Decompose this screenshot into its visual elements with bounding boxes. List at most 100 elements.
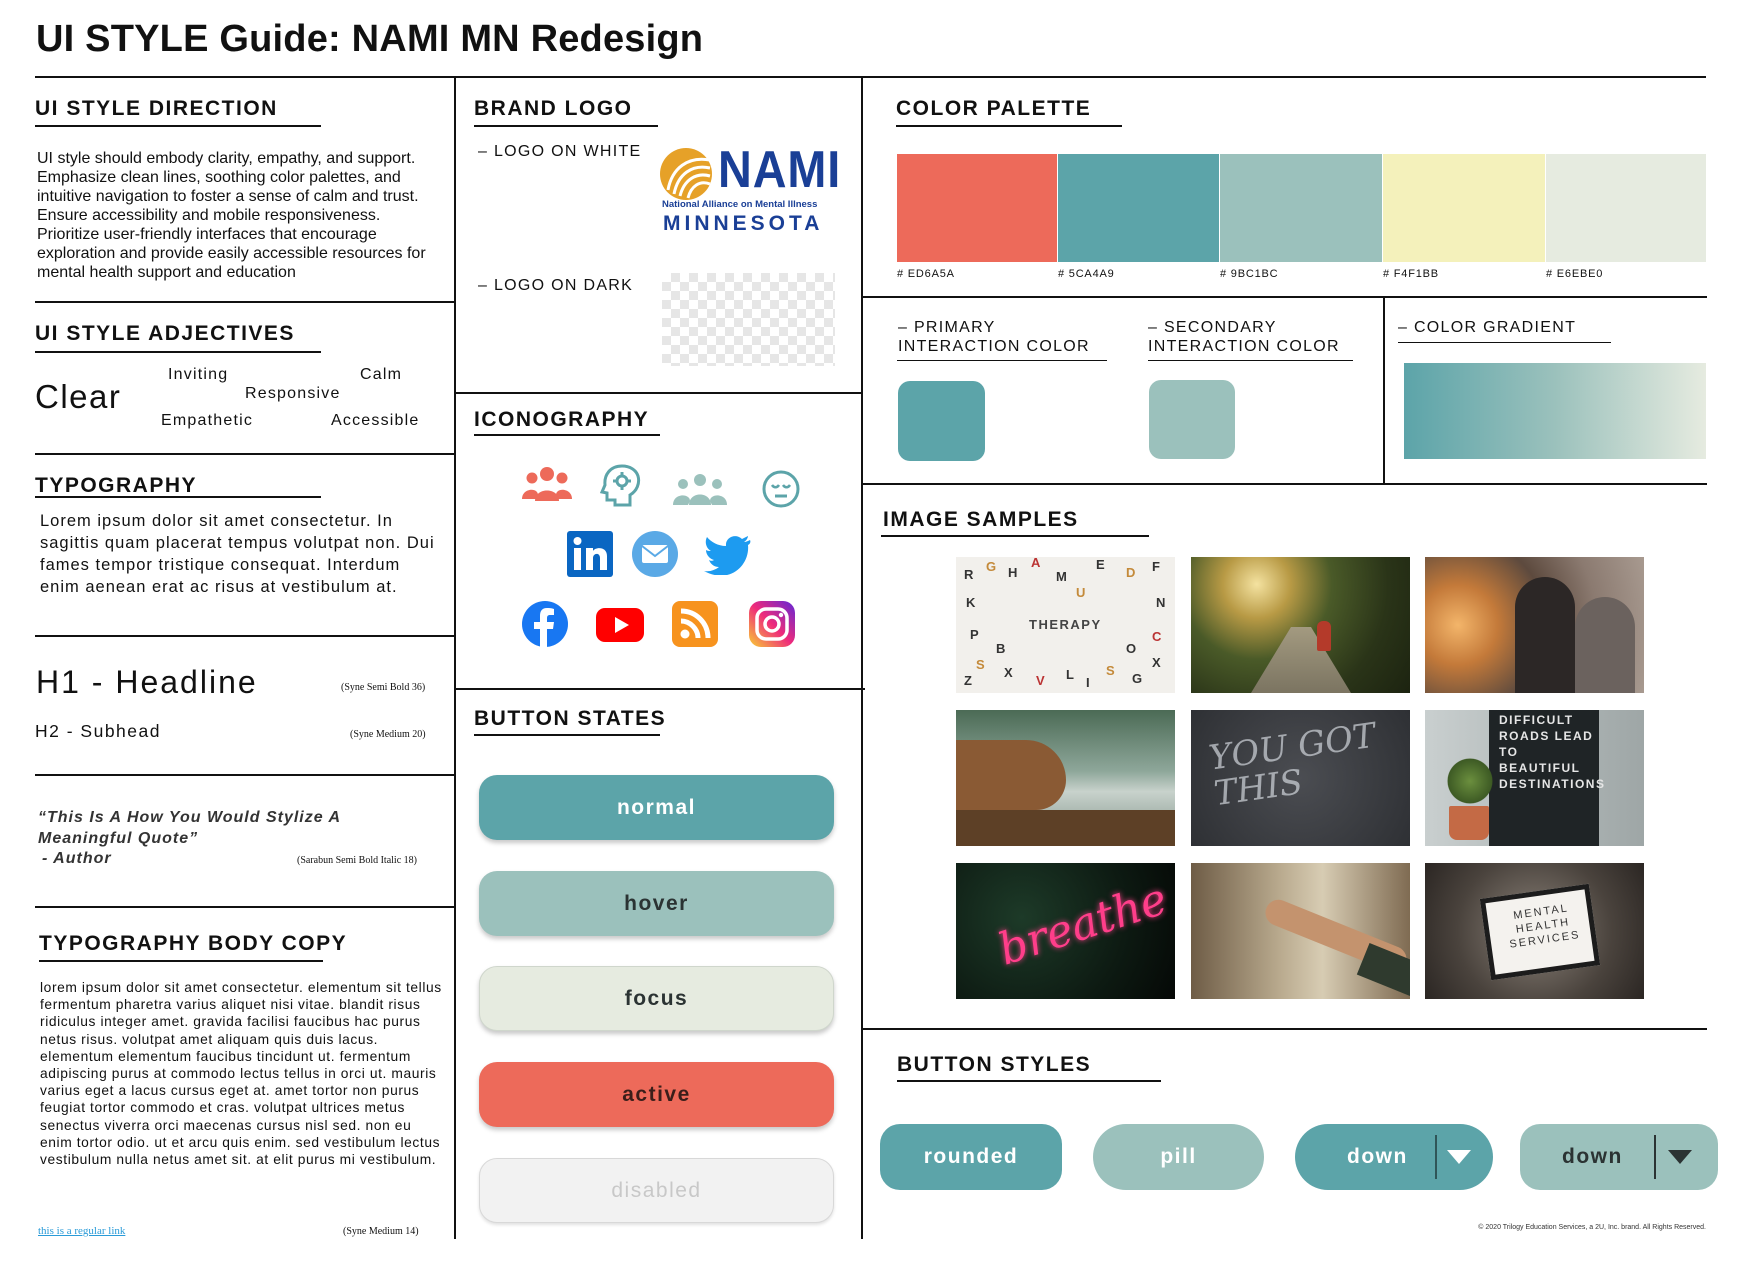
svg-text:P: P: [970, 627, 979, 642]
button-hover[interactable]: hover: [479, 871, 834, 936]
button-states-heading: BUTTON STATES: [474, 707, 667, 730]
hex-5: # E6EBE0: [1546, 268, 1604, 280]
right-rule-3: [862, 1028, 1707, 1030]
col-divider-2: [861, 77, 863, 1239]
swatch-5: [1546, 154, 1706, 262]
right-rule-1: [862, 296, 1707, 298]
page-title: UI STYLE Guide: NAMI MN Redesign: [36, 18, 704, 60]
footer-copyright: © 2020 Trilogy Education Services, a 2U,…: [1478, 1224, 1706, 1231]
brand-underline: [474, 125, 658, 127]
button-normal[interactable]: normal: [479, 775, 834, 840]
brand-heading: BRAND LOGO: [474, 97, 633, 120]
adjective-clear: Clear: [35, 378, 122, 415]
youtube-icon[interactable]: [596, 608, 644, 642]
primary-interaction-swatch: [898, 381, 985, 461]
button-active[interactable]: active: [479, 1062, 834, 1127]
swatch-3: [1220, 154, 1382, 262]
iconography-underline: [474, 434, 660, 436]
body-copy-underline: [39, 960, 323, 962]
regular-link[interactable]: this is a regular link: [38, 1225, 125, 1237]
link-note: (Syne Medium 14): [343, 1226, 419, 1237]
svg-text:Z: Z: [964, 673, 972, 688]
right-divider: [1383, 297, 1385, 484]
dropdown-button-primary[interactable]: down: [1295, 1124, 1493, 1190]
chalk-writing: YOU GOT THIS: [1206, 715, 1379, 815]
h2-sample: H2 - Subhead: [35, 721, 161, 741]
gradient-label: – COLOR GRADIENT: [1398, 319, 1577, 336]
button-pill[interactable]: pill: [1093, 1124, 1264, 1190]
svg-text:X: X: [1004, 665, 1013, 680]
svg-text:O: O: [1126, 641, 1136, 656]
swatch-1: [897, 154, 1057, 262]
road-shape: [1251, 627, 1351, 693]
quote-sample: “This Is A How You Would Stylize A Meani…: [38, 809, 341, 847]
svg-text:V: V: [1036, 673, 1045, 688]
button-styles-heading: BUTTON STYLES: [897, 1053, 1092, 1076]
quote-note: (Sarabun Semi Bold Italic 18): [297, 855, 417, 866]
svg-text:N: N: [1156, 595, 1165, 610]
image-mental-health-services: MENTAL HEALTH SERVICES: [1425, 863, 1644, 999]
mid-rule-1: [455, 392, 862, 394]
typography-sample: Lorem ipsum dolor sit amet consectetur. …: [40, 512, 435, 596]
svg-text:A: A: [1031, 557, 1041, 570]
gradient-underline: [1398, 342, 1611, 344]
svg-text:U: U: [1076, 585, 1085, 600]
dropdown-label: down: [1562, 1145, 1623, 1168]
group-people-icon: [522, 467, 572, 501]
linkedin-icon[interactable]: [567, 531, 613, 577]
svg-text:B: B: [996, 641, 1005, 656]
image-friends-laughing: [1425, 557, 1644, 693]
railing: [956, 810, 1175, 846]
mid-rule-2: [455, 688, 865, 690]
facebook-icon[interactable]: [522, 601, 568, 647]
primary-interaction-label: – PRIMARY INTERACTION COLOR: [898, 319, 1090, 355]
rss-icon[interactable]: [672, 601, 718, 647]
palette-heading: COLOR PALETTE: [896, 97, 1092, 120]
secondary-interaction-label: – SECONDARY INTERACTION COLOR: [1148, 319, 1340, 355]
neon-word: breathe: [992, 873, 1174, 976]
svg-text:D: D: [1126, 565, 1135, 580]
instagram-icon[interactable]: [749, 601, 795, 647]
direction-heading: UI STYLE DIRECTION: [35, 97, 278, 120]
adjective-accessible: Accessible: [331, 412, 420, 429]
svg-text:G: G: [1132, 671, 1142, 686]
button-states-underline: [474, 734, 660, 736]
svg-text:C: C: [1152, 629, 1162, 644]
adjectives-underline: [35, 351, 321, 353]
left-rule-4: [35, 774, 455, 776]
twitter-icon[interactable]: [704, 535, 752, 575]
button-rounded[interactable]: rounded: [880, 1124, 1062, 1190]
image-path-sunlight: [1191, 557, 1410, 693]
button-styles-underline: [897, 1080, 1161, 1082]
palette-underline: [896, 125, 1122, 127]
logo-name: NAMI: [718, 141, 842, 199]
plant-pot: [1449, 806, 1489, 840]
therapy-word: THERAPY: [1029, 617, 1102, 632]
images-heading: IMAGE SAMPLES: [883, 508, 1079, 531]
dropdown-label: down: [1347, 1145, 1408, 1168]
logo-on-white-label: – LOGO ON WHITE: [478, 143, 642, 160]
svg-text:S: S: [976, 657, 985, 672]
calm-face-icon: [762, 470, 800, 508]
adjective-empathetic: Empathetic: [161, 412, 254, 429]
svg-text:E: E: [1096, 557, 1105, 572]
dropdown-button-secondary[interactable]: down: [1520, 1124, 1718, 1190]
nami-logo: NAMI National Alliance on Mental Illness…: [658, 142, 840, 238]
plant-leaves: [1443, 756, 1497, 806]
friend-1: [1515, 577, 1575, 693]
typography-heading: TYPOGRAPHY: [35, 474, 198, 497]
h1-note: (Syne Semi Bold 36): [341, 682, 426, 693]
quote-author: - Author: [42, 850, 112, 867]
logo-on-dark-transparent: [662, 273, 835, 366]
email-icon[interactable]: [632, 531, 678, 577]
images-underline: [881, 535, 1149, 537]
hex-4: # F4F1BB: [1383, 268, 1439, 280]
chevron-down-icon: [1668, 1150, 1692, 1164]
adjective-inviting: Inviting: [168, 366, 229, 383]
svg-text:G: G: [986, 559, 996, 574]
left-rule-1: [35, 301, 455, 303]
svg-text:M: M: [1056, 569, 1067, 584]
logo-subtitle: National Alliance on Mental Illness: [662, 199, 818, 210]
nami-sunburst-icon: [660, 148, 712, 200]
button-focus[interactable]: focus: [479, 966, 834, 1031]
